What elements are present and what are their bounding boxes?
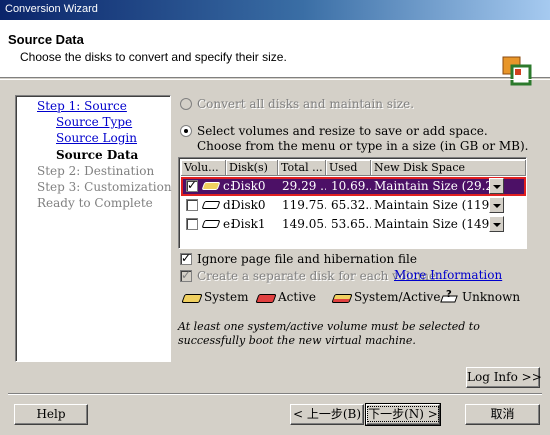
convert-all-label: Convert all disks and maintain size. xyxy=(197,97,415,111)
steps-panel: Step 1: Source Source Type Source Login … xyxy=(15,95,172,362)
disk-cell: Disk0 xyxy=(231,179,266,193)
legend-system-active: System/Active xyxy=(354,290,441,304)
total-cell: 29.29 ... xyxy=(282,179,326,193)
unknown-disk-icon xyxy=(201,220,221,228)
volume-checkbox[interactable] xyxy=(186,218,198,230)
volumes-table: Volu... Disk(s) Total ... Used New Disk … xyxy=(178,157,527,249)
step-source-login[interactable]: Source Login xyxy=(56,131,137,145)
used-cell: 53.65... xyxy=(331,217,371,231)
chevron-down-icon[interactable] xyxy=(489,178,504,194)
step-source-data: Source Data xyxy=(56,148,139,162)
unknown-disk-icon xyxy=(201,201,221,209)
chevron-down-icon[interactable] xyxy=(489,197,504,213)
used-cell: 65.32... xyxy=(331,198,371,212)
total-cell: 119.75... xyxy=(282,198,326,212)
ignore-pagefile-label: Ignore page file and hibernation file xyxy=(197,252,417,266)
step-customization: Step 3: Customization xyxy=(37,180,172,194)
step-destination: Step 2: Destination xyxy=(37,164,155,178)
title-bar: Conversion Wizard xyxy=(0,0,550,20)
step-ready: Ready to Complete xyxy=(37,196,153,210)
column-header-disks[interactable]: Disk(s) xyxy=(226,160,278,176)
next-button-label: 下一步(N) > xyxy=(367,406,439,422)
log-info-button[interactable]: Log Info >> xyxy=(466,367,542,388)
step-source-type[interactable]: Source Type xyxy=(56,115,132,129)
legend-unknown: Unknown xyxy=(462,290,521,304)
next-button[interactable]: 下一步(N) > xyxy=(365,403,441,426)
disk-cell: Disk1 xyxy=(231,217,266,231)
new-space-cell[interactable]: Maintain Size (149.05 GB xyxy=(374,217,489,232)
back-button[interactable]: < 上一步(B) xyxy=(290,404,364,425)
select-volumes-hint: Choose from the menu or type in a size (… xyxy=(197,139,529,153)
unknown-legend-icon: ? xyxy=(440,289,458,303)
svg-text:?: ? xyxy=(446,289,452,300)
column-header-new-space[interactable]: New Disk Space xyxy=(371,160,526,176)
used-cell: 10.69... xyxy=(331,179,371,193)
table-row[interactable]: ✓ c: Disk0 29.29 ... 10.69... Maintain S… xyxy=(181,177,526,196)
disk-cell: Disk0 xyxy=(231,198,266,212)
window-title: Conversion Wizard xyxy=(5,3,98,15)
volume-checkbox[interactable]: ✓ xyxy=(186,178,198,192)
cancel-button[interactable]: 取消 xyxy=(465,404,540,425)
table-row[interactable]: d: Disk0 119.75... 65.32... Maintain Siz… xyxy=(181,196,526,215)
separate-disk-checkbox[interactable]: ✓ xyxy=(180,268,192,282)
column-header-volume[interactable]: Volu... xyxy=(181,160,226,176)
wizard-header: Source Data Choose the disks to convert … xyxy=(0,20,550,86)
volume-checkbox[interactable] xyxy=(186,199,198,211)
step-source[interactable]: Step 1: Source xyxy=(37,99,127,113)
system-active-disk-icon xyxy=(201,182,221,190)
select-volumes-label: Select volumes and resize to save or add… xyxy=(197,124,488,138)
system-legend-icon xyxy=(181,294,203,303)
help-button[interactable]: Help xyxy=(14,404,88,425)
ignore-pagefile-checkbox[interactable]: ✓ xyxy=(180,251,192,265)
new-space-cell[interactable]: Maintain Size (119.75 GB xyxy=(374,198,489,213)
legend-active: Active xyxy=(278,290,316,304)
new-space-cell[interactable]: Maintain Size (29.29 GB xyxy=(374,179,489,194)
page-title: Source Data xyxy=(8,32,84,47)
column-header-used[interactable]: Used xyxy=(326,160,371,176)
column-header-total[interactable]: Total ... xyxy=(278,160,326,176)
table-header: Volu... Disk(s) Total ... Used New Disk … xyxy=(181,160,526,176)
footer-divider xyxy=(8,393,542,395)
chevron-down-icon[interactable] xyxy=(489,216,504,232)
more-information-link[interactable]: More Information xyxy=(394,268,502,282)
system-active-legend-icon xyxy=(331,294,353,303)
active-legend-icon xyxy=(255,294,277,303)
total-cell: 149.05... xyxy=(282,217,326,231)
convert-all-radio[interactable] xyxy=(180,98,192,110)
page-subtitle: Choose the disks to convert and specify … xyxy=(20,50,287,64)
boot-note: At least one system/active volume must b… xyxy=(178,320,480,347)
legend-system: System xyxy=(204,290,249,304)
wizard-logo-icon xyxy=(502,56,532,86)
select-volumes-radio[interactable] xyxy=(180,125,192,137)
table-row[interactable]: e: Disk1 149.05... 53.65... Maintain Siz… xyxy=(181,215,526,234)
